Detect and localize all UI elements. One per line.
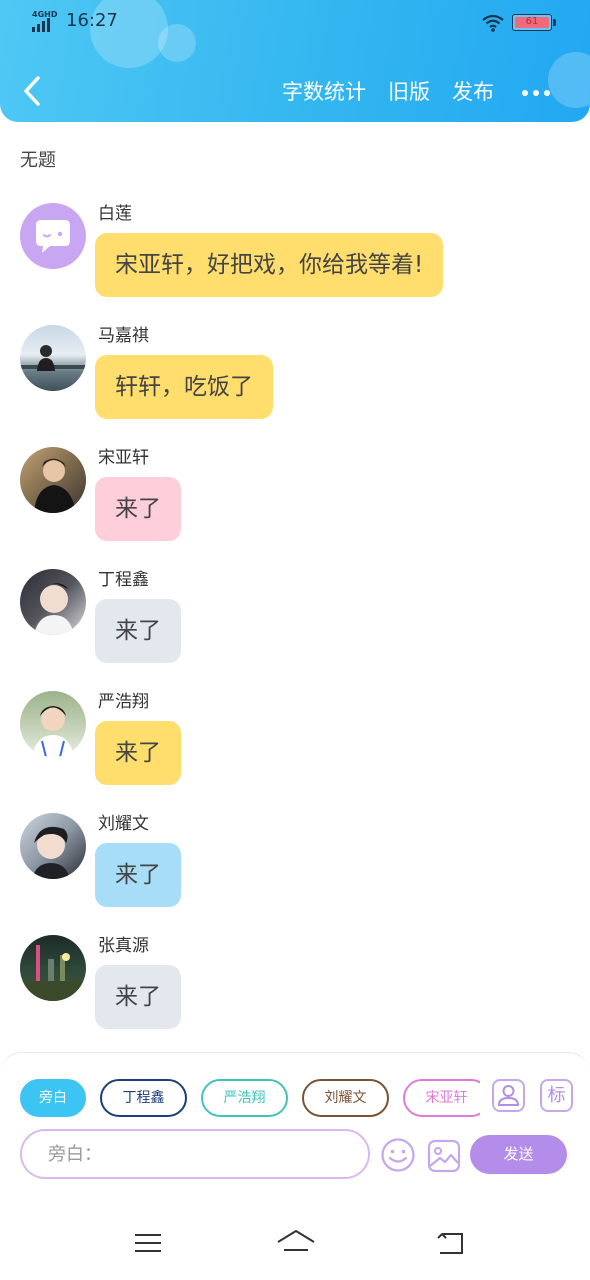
avatar[interactable] [20, 691, 86, 757]
menu-icon[interactable] [133, 1228, 163, 1258]
message-bubble[interactable]: 宋亚轩，好把戏，你给我等着! [95, 233, 444, 297]
avatar[interactable] [20, 325, 86, 391]
header-decoration [548, 52, 590, 108]
message-bubble[interactable]: 来了 [95, 599, 181, 663]
home-icon[interactable] [276, 1228, 316, 1260]
avatar[interactable] [20, 569, 86, 635]
message-input-box[interactable] [20, 1129, 370, 1179]
sender-name: 马嘉祺 [98, 326, 149, 346]
wifi-icon [482, 14, 504, 32]
person-icon [497, 1085, 520, 1106]
composer-panel: 旁白 丁程鑫 严浩翔 刘耀文 宋亚轩 标 发送 [0, 1052, 590, 1210]
system-navigation-bar [0, 1210, 590, 1280]
role-chip[interactable]: 严浩翔 [201, 1079, 288, 1117]
sender-name: 宋亚轩 [98, 448, 149, 468]
tag-button[interactable]: 标 [540, 1079, 573, 1112]
sender-name: 白莲 [98, 204, 132, 224]
avatar[interactable] [20, 203, 86, 269]
person-photo-icon [32, 826, 70, 879]
status-time: 16:27 [66, 10, 118, 31]
role-chip[interactable]: 宋亚轩 [403, 1079, 480, 1117]
app-header: 4GHD 16:27 61 字数统计 旧版 发布 [0, 0, 590, 122]
avatar[interactable] [20, 813, 86, 879]
back-button[interactable] [18, 72, 48, 110]
person-photo-icon [34, 458, 76, 513]
back-nav-icon[interactable] [436, 1228, 466, 1258]
role-chip-narrator[interactable]: 旁白 [20, 1079, 86, 1117]
sender-name: 丁程鑫 [98, 570, 149, 590]
send-button[interactable]: 发送 [470, 1135, 567, 1174]
chat-icon [36, 220, 70, 253]
role-chip[interactable]: 丁程鑫 [100, 1079, 187, 1117]
role-selector: 旁白 丁程鑫 严浩翔 刘耀文 宋亚轩 [20, 1079, 480, 1117]
sender-name: 张真源 [98, 936, 149, 956]
image-icon[interactable] [427, 1139, 461, 1173]
more-icon[interactable] [522, 90, 550, 96]
message-bubble[interactable]: 来了 [95, 965, 181, 1029]
battery-icon: 61 [512, 14, 556, 31]
message-bubble[interactable]: 轩轩，吃饭了 [95, 355, 273, 419]
role-chip[interactable]: 刘耀文 [302, 1079, 389, 1117]
battery-level: 61 [525, 16, 539, 27]
message-bubble[interactable]: 来了 [95, 721, 181, 785]
sender-name: 严浩翔 [98, 692, 149, 712]
character-button[interactable] [492, 1079, 525, 1112]
header-actions: 字数统计 旧版 发布 [282, 76, 494, 106]
message-bubble[interactable]: 来了 [95, 477, 181, 541]
avatar[interactable] [20, 447, 86, 513]
old-version-button[interactable]: 旧版 [388, 76, 430, 106]
emoji-icon[interactable] [380, 1137, 416, 1173]
person-photo-icon [32, 706, 74, 757]
avatar[interactable] [20, 935, 86, 1001]
word-count-button[interactable]: 字数统计 [282, 76, 366, 106]
signal-icon: 4GHD [32, 10, 60, 32]
publish-button[interactable]: 发布 [452, 76, 494, 106]
sender-name: 刘耀文 [98, 814, 149, 834]
document-title: 无题 [20, 150, 56, 171]
city-night-photo-icon [20, 945, 86, 1001]
message-input[interactable] [22, 1131, 368, 1177]
person-photo-icon [34, 583, 74, 635]
chevron-left-icon [24, 76, 40, 106]
message-bubble[interactable]: 来了 [95, 843, 181, 907]
status-bar: 4GHD 16:27 61 [0, 0, 590, 44]
person-photo-icon [20, 345, 86, 371]
